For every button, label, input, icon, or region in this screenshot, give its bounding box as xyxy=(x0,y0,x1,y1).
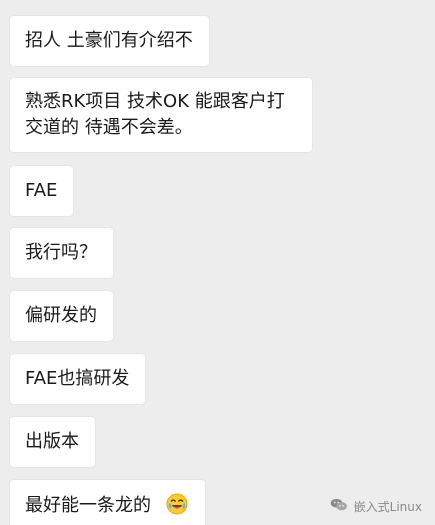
message-bubble[interactable]: 最好能一条龙的 xyxy=(10,480,205,525)
message-bubble[interactable]: FAE也搞研发 xyxy=(10,354,146,404)
message-text: 偏研发的 xyxy=(25,305,97,326)
tears-of-joy-emoji xyxy=(165,492,189,516)
message-text: 我行吗？ xyxy=(25,242,97,263)
message-bubble[interactable]: FAE xyxy=(10,166,74,216)
message-bubble[interactable]: 偏研发的 xyxy=(10,291,113,341)
message-bubble[interactable]: 出版本 xyxy=(10,417,95,467)
wechat-icon xyxy=(330,498,348,515)
message-text: 熟悉RK项目 技术OK 能跟客户打交道的 待遇不会差。 xyxy=(25,91,285,138)
message-text: 最好能一条龙的 xyxy=(25,495,151,516)
message-bubble[interactable]: 招人 土豪们有介绍不 xyxy=(10,16,209,66)
message-bubble[interactable]: 我行吗？ xyxy=(10,228,113,278)
message-bubble[interactable]: 熟悉RK项目 技术OK 能跟客户打交道的 待遇不会差。 xyxy=(10,78,312,152)
message-text: FAE也搞研发 xyxy=(25,368,130,389)
message-text: FAE xyxy=(25,180,58,201)
watermark: 嵌入式Linux xyxy=(330,498,422,515)
message-text: 招人 土豪们有介绍不 xyxy=(25,30,193,51)
message-text: 出版本 xyxy=(25,431,79,452)
chat-history: 招人 土豪们有介绍不 熟悉RK项目 技术OK 能跟客户打交道的 待遇不会差。 F… xyxy=(0,0,435,525)
watermark-text: 嵌入式Linux xyxy=(353,500,422,514)
